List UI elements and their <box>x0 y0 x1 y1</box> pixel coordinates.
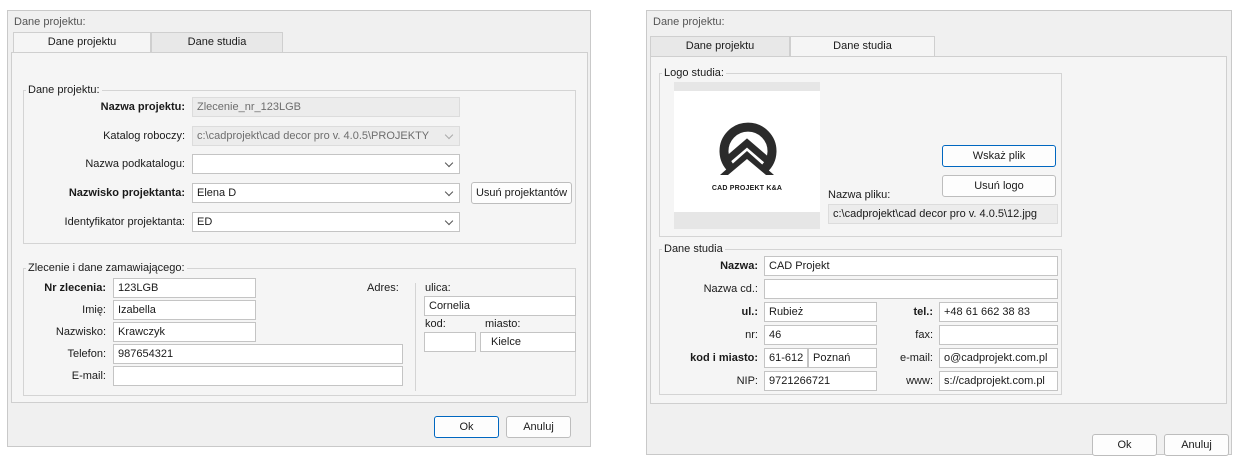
cad-projekt-logo-icon <box>719 122 777 175</box>
nazwa-pliku-label: Nazwa pliku: <box>828 189 891 201</box>
studio-nip-field[interactable]: 9721266721 <box>764 371 877 391</box>
ulica-label: ulica: <box>425 282 451 294</box>
nazwisko-label: Nazwisko: <box>55 326 106 338</box>
projektant-label: Nazwisko projektanta: <box>68 187 185 199</box>
telefon-label: Telefon: <box>67 348 106 360</box>
studio-nazwacd-label: Nazwa cd.: <box>703 283 758 295</box>
studio-miasto-field[interactable]: Poznań <box>808 348 877 368</box>
podkatalog-select[interactable] <box>192 154 460 174</box>
studio-www-field[interactable]: s://cadprojekt.com.pl <box>939 371 1058 391</box>
project-group: Dane projektu: Nazwa projektu: Zlecenie_… <box>23 84 576 244</box>
email-label: E-mail: <box>71 370 106 382</box>
studio-ul-field[interactable]: Rubież <box>764 302 877 322</box>
address-separator <box>415 283 416 391</box>
studio-www-label: www: <box>906 375 933 387</box>
studio-fax-label: fax: <box>915 329 933 341</box>
studio-tel-label: tel.: <box>913 306 933 318</box>
ok-button[interactable]: Ok <box>434 416 499 438</box>
usun-projektantow-button[interactable]: Usuń projektantów <box>471 182 572 204</box>
nazwisko-field[interactable]: Krawczyk <box>113 322 256 342</box>
nr-zlecenia-field[interactable]: 123LGB <box>113 278 256 298</box>
cancel-button[interactable]: Anuluj <box>506 416 571 438</box>
logo-group-title: Logo studia: <box>662 67 726 79</box>
miasto-field[interactable]: Kielce <box>480 332 576 352</box>
studio-email-label: e-mail: <box>899 352 933 364</box>
katalog-label: Katalog roboczy: <box>103 130 185 142</box>
usun-logo-button[interactable]: Usuń logo <box>942 175 1056 197</box>
studio-nr-label: nr: <box>745 329 758 341</box>
cancel-button[interactable]: Anuluj <box>1164 434 1229 456</box>
imie-field[interactable]: Izabella <box>113 300 256 320</box>
project-group-title: Dane projektu: <box>26 84 102 96</box>
tab-dane-projektu[interactable]: Dane projektu <box>13 32 151 53</box>
identyfikator-select[interactable]: ED <box>192 212 460 232</box>
katalog-select: c:\cadprojekt\cad decor pro v. 4.0.5\PRO… <box>192 126 460 146</box>
left-dialog-title: Dane projektu: <box>14 16 86 28</box>
kod-field[interactable] <box>424 332 476 352</box>
logo-caption: CAD PROJEKT K&A <box>711 185 783 192</box>
nazwa-projektu-field: Zlecenie_nr_123LGB <box>192 97 460 117</box>
studio-nazwa-field[interactable]: CAD Projekt <box>764 256 1058 276</box>
projektant-select[interactable]: Elena D <box>192 183 460 203</box>
telefon-field[interactable]: 987654321 <box>113 344 403 364</box>
kod-label: kod: <box>425 318 446 330</box>
left-tab-panel: Dane projektu: Nazwa projektu: Zlecenie_… <box>11 52 588 403</box>
tab-dane-studia[interactable]: Dane studia <box>790 36 935 57</box>
right-tab-panel: Logo studia: CAD PROJEKT K&A Wskaż plik … <box>650 56 1227 404</box>
studio-nazwa-label: Nazwa: <box>720 260 758 272</box>
left-dialog: Dane projektu: Dane projektu Dane studia… <box>7 10 591 447</box>
podkatalog-label: Nazwa podkatalogu: <box>85 158 185 170</box>
studio-group: Dane studia Nazwa: CAD Projekt Nazwa cd.… <box>659 243 1062 395</box>
order-group-title: Zlecenie i dane zamawiającego: <box>26 262 187 274</box>
logo-group: Logo studia: CAD PROJEKT K&A Wskaż plik … <box>659 67 1062 237</box>
nazwa-pliku-field: c:\cadprojekt\cad decor pro v. 4.0.5\12.… <box>828 204 1058 224</box>
nazwa-projektu-label: Nazwa projektu: <box>100 101 185 113</box>
studio-fax-field[interactable] <box>939 325 1058 345</box>
imie-label: Imię: <box>82 304 106 316</box>
order-group: Zlecenie i dane zamawiającego: Nr zlecen… <box>23 262 576 396</box>
studio-kod-label: kod i miasto: <box>690 352 758 364</box>
adres-label: Adres: <box>367 282 399 294</box>
studio-group-title: Dane studia <box>662 243 725 255</box>
wskaz-plik-button[interactable]: Wskaż plik <box>942 145 1056 167</box>
tab-dane-projektu[interactable]: Dane projektu <box>650 36 790 56</box>
miasto-label: miasto: <box>485 318 521 330</box>
studio-nazwacd-field[interactable] <box>764 279 1058 299</box>
email-field[interactable] <box>113 366 403 386</box>
studio-tel-field[interactable]: +48 61 662 38 83 <box>939 302 1058 322</box>
studio-email-field[interactable]: o@cadprojekt.com.pl <box>939 348 1058 368</box>
studio-kod-field[interactable]: 61-612 <box>764 348 808 368</box>
ok-button[interactable]: Ok <box>1092 434 1157 456</box>
studio-ul-label: ul.: <box>741 306 759 318</box>
studio-nip-label: NIP: <box>736 375 758 387</box>
right-dialog: Dane projektu: Dane projektu Dane studia… <box>646 10 1232 456</box>
logo-preview: CAD PROJEKT K&A <box>674 82 820 229</box>
identyfikator-label: Identyfikator projektanta: <box>64 216 185 228</box>
tab-dane-studia[interactable]: Dane studia <box>151 32 283 52</box>
ulica-field[interactable]: Cornelia <box>424 296 576 316</box>
nr-zlecenia-label: Nr zlecenia: <box>44 282 106 294</box>
studio-nr-field[interactable]: 46 <box>764 325 877 345</box>
right-dialog-title: Dane projektu: <box>653 16 725 28</box>
